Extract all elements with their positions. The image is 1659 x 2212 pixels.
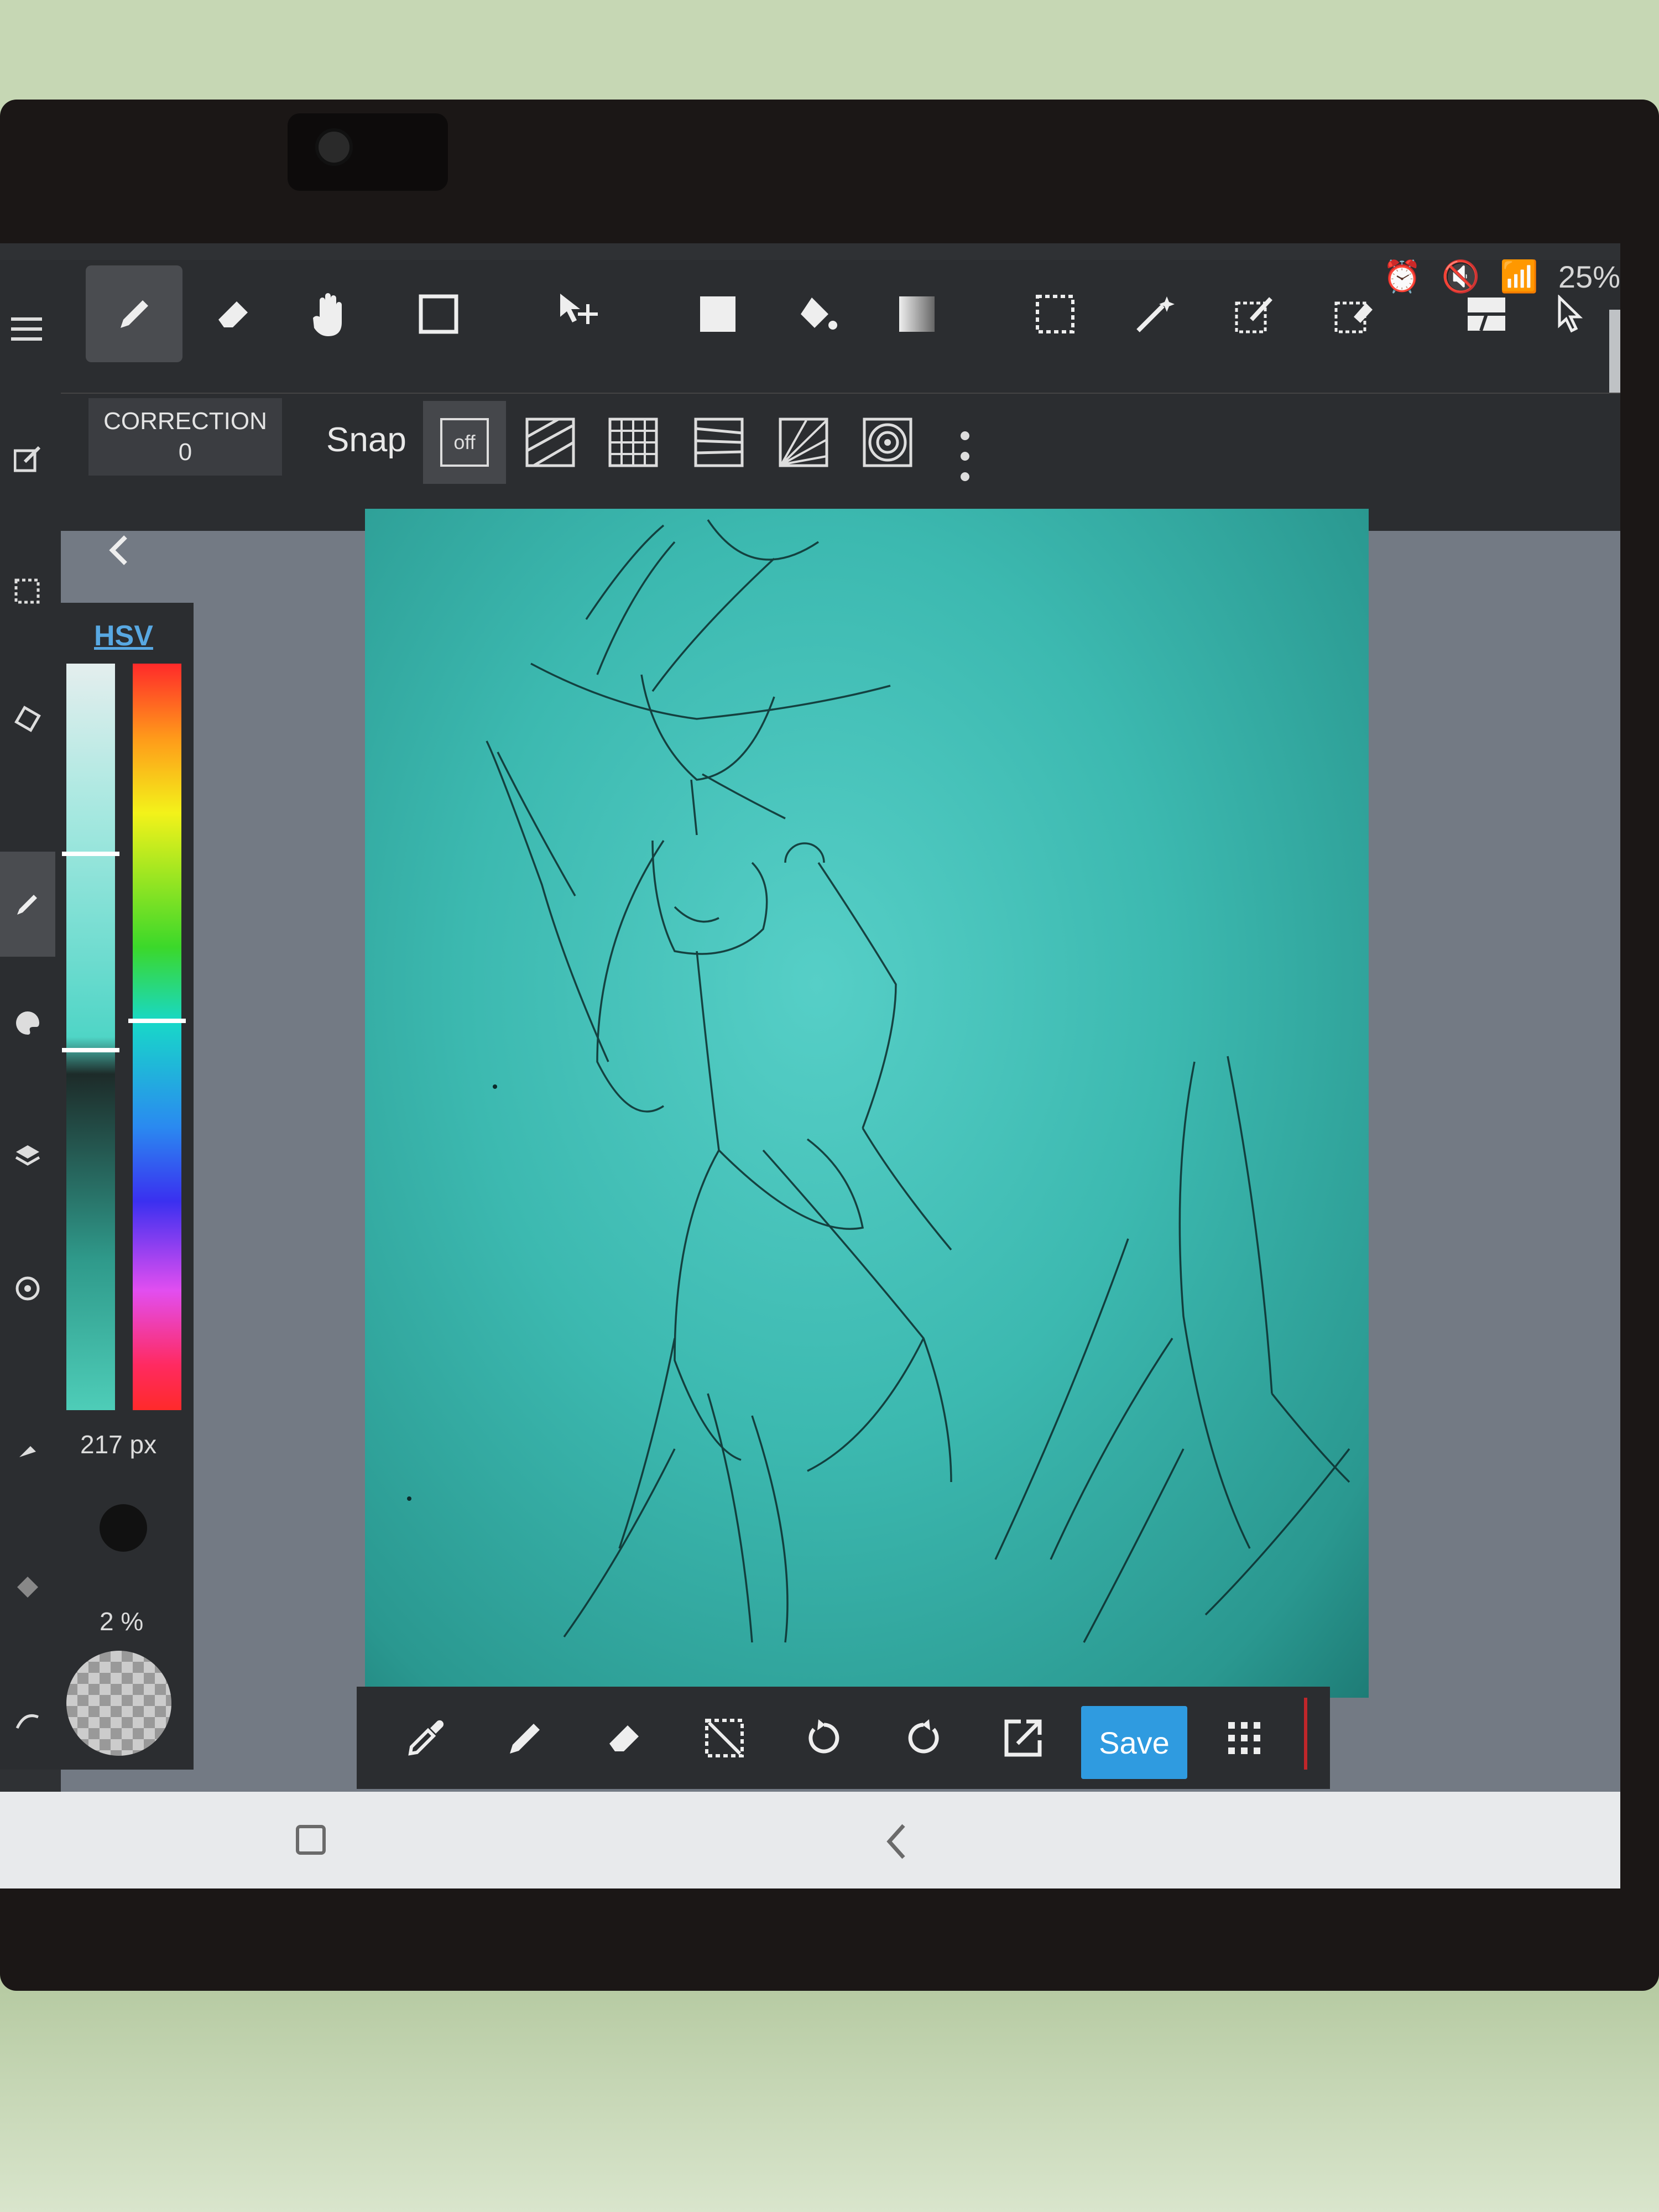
- paint-bucket-icon: [800, 297, 837, 330]
- snap-grid-button[interactable]: [592, 401, 675, 484]
- alarm-icon: ⏰: [1383, 259, 1422, 294]
- hue-slider[interactable]: [133, 664, 181, 1410]
- concentric-circles-icon: [863, 418, 912, 467]
- value-marker[interactable]: [62, 1048, 119, 1052]
- camera-notch: [288, 113, 448, 191]
- gradient-icon: [899, 296, 935, 332]
- shape-tool-button[interactable]: [390, 265, 487, 362]
- fill-rect-tool-button[interactable]: [669, 265, 766, 362]
- eraser-icon: [609, 1725, 639, 1751]
- wifi-icon: 📶: [1500, 259, 1538, 294]
- correction-title: CORRECTION: [103, 408, 267, 435]
- redo-button[interactable]: [879, 1692, 968, 1783]
- selection-eraser-icon: [1334, 301, 1373, 333]
- rotate-canvas-icon[interactable]: [0, 686, 55, 752]
- brush-size-value[interactable]: 217 px: [80, 1430, 156, 1459]
- color-mode-tab[interactable]: HSV: [94, 619, 153, 653]
- grid-menu-button[interactable]: [1200, 1692, 1288, 1783]
- eyedropper-button[interactable]: [382, 1692, 470, 1783]
- magic-wand-icon: [1136, 296, 1175, 332]
- mute-icon: 🔇: [1441, 259, 1480, 294]
- filled-rectangle-icon: [700, 296, 735, 332]
- save-button[interactable]: Save: [1081, 1706, 1187, 1779]
- select-pen-tool-button[interactable]: [1206, 265, 1302, 362]
- diamond-icon[interactable]: [0, 1554, 55, 1620]
- snap-label: Snap: [326, 421, 406, 459]
- more-options-icon[interactable]: [959, 431, 971, 481]
- snap-radial-button[interactable]: [762, 401, 845, 484]
- current-color-indicator: [1304, 1698, 1307, 1770]
- hand-icon: [312, 293, 342, 336]
- external-link-icon: [1004, 1719, 1042, 1756]
- battery-level: 25%: [1558, 259, 1620, 294]
- rectangle-icon: [419, 294, 458, 333]
- front-camera: [315, 128, 353, 166]
- clear-selection-icon: [705, 1718, 744, 1757]
- dotted-selection-icon: [1035, 294, 1074, 333]
- brush-size-preview: [100, 1504, 147, 1552]
- bucket-tool-button[interactable]: [769, 265, 865, 362]
- pin-icon[interactable]: [0, 1416, 55, 1482]
- drawing-canvas[interactable]: [365, 509, 1369, 1698]
- snap-parallel-button[interactable]: [509, 401, 592, 484]
- radial-lines-icon: [779, 418, 828, 467]
- eyedropper-icon: [408, 1720, 444, 1756]
- edit-layer-icon[interactable]: [0, 426, 55, 492]
- pen-icon: [120, 300, 148, 328]
- layers-icon[interactable]: [0, 1123, 55, 1189]
- saturation-value-slider[interactable]: [66, 664, 115, 1410]
- undo-button[interactable]: [780, 1692, 868, 1783]
- eraser-tool-button[interactable]: [185, 265, 282, 362]
- export-button[interactable]: [979, 1692, 1067, 1783]
- chevron-left-icon: [109, 535, 127, 565]
- hue-marker[interactable]: [128, 1019, 186, 1023]
- menu-icon[interactable]: [0, 290, 55, 368]
- correction-value: 0: [178, 439, 192, 466]
- system-nav-bar: [0, 1792, 1620, 1888]
- selection-icon[interactable]: [0, 559, 55, 625]
- snap-off-label: off: [440, 418, 489, 467]
- status-bar: ⏰ 🔇 📶 25%: [1383, 254, 1620, 299]
- settings-dial-icon[interactable]: [0, 1255, 55, 1322]
- snap-perspective-button[interactable]: [677, 401, 760, 484]
- brush-icon[interactable]: [0, 852, 55, 957]
- undo-icon: [808, 1719, 839, 1753]
- pen-icon: [510, 1723, 540, 1754]
- parallel-lines-icon: [525, 418, 575, 467]
- saturation-marker[interactable]: [62, 852, 119, 856]
- grid-dots-icon: [1228, 1721, 1260, 1754]
- hand-tool-button[interactable]: [282, 265, 379, 362]
- gradient-tool-button[interactable]: [868, 265, 965, 362]
- recents-icon[interactable]: [296, 1825, 326, 1855]
- deselect-button[interactable]: [680, 1692, 769, 1783]
- correction-button[interactable]: CORRECTION 0: [88, 398, 282, 476]
- snap-circle-button[interactable]: [846, 401, 929, 484]
- selection-pen-icon: [1235, 296, 1272, 333]
- pen-quick-button[interactable]: [481, 1692, 570, 1783]
- eraser-icon: [218, 301, 248, 327]
- grid-icon: [608, 418, 658, 467]
- cursor-icon: [1558, 294, 1583, 332]
- palette-icon[interactable]: [0, 990, 55, 1056]
- undo-curve-icon[interactable]: [0, 1687, 55, 1753]
- magic-wand-tool-button[interactable]: [1106, 265, 1203, 362]
- horizontal-lines-icon: [694, 418, 744, 467]
- opacity-value[interactable]: 2 %: [100, 1606, 143, 1636]
- back-icon[interactable]: [879, 1819, 912, 1864]
- snap-off-button[interactable]: off: [423, 401, 506, 484]
- redo-icon: [908, 1719, 939, 1753]
- opacity-preview[interactable]: [66, 1651, 171, 1756]
- collapse-panel-button[interactable]: [94, 525, 144, 575]
- sketch-drawing: [407, 519, 1350, 1643]
- pen-tool-button[interactable]: [86, 265, 182, 362]
- move-arrow-icon: [560, 293, 598, 324]
- move-tool-button[interactable]: [531, 265, 628, 362]
- select-tool-button[interactable]: [1006, 265, 1103, 362]
- eraser-quick-button[interactable]: [581, 1692, 669, 1783]
